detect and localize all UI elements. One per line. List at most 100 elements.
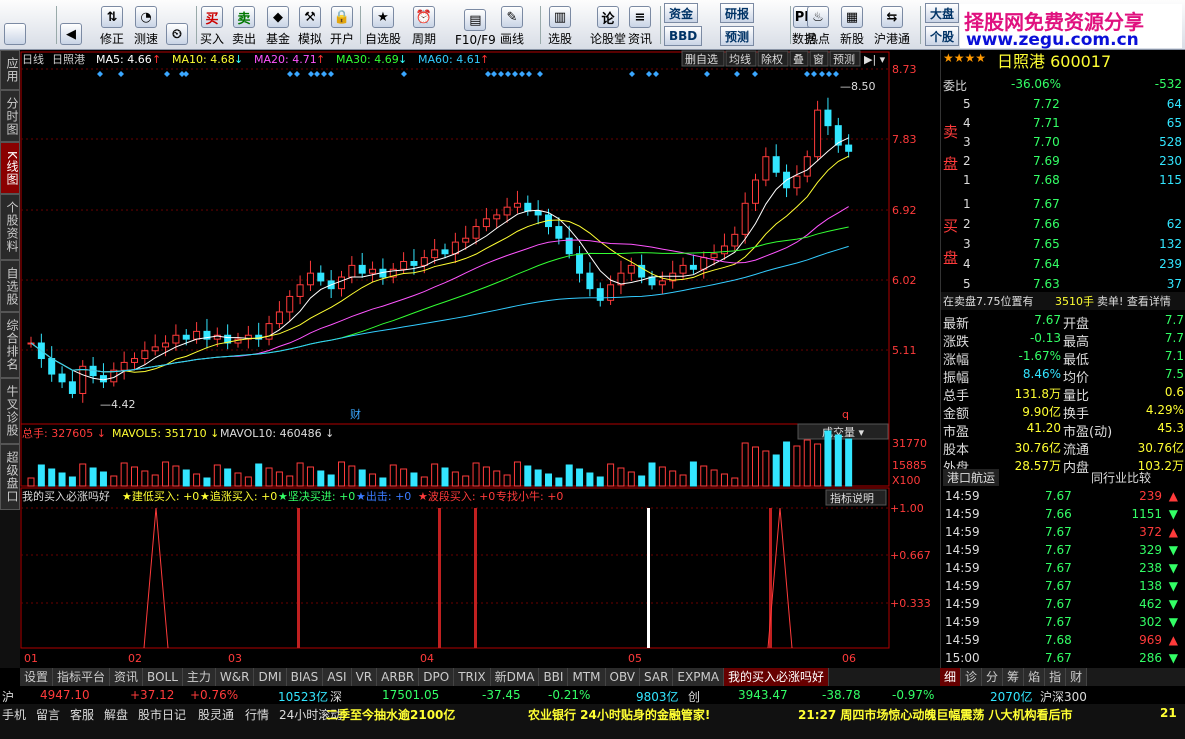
volume-bar — [420, 476, 428, 487]
volume-bar — [472, 462, 480, 487]
buy-icon: 买 — [201, 6, 223, 28]
notice-3[interactable]: 卖单! 查看详情 — [1097, 293, 1171, 309]
lock-button[interactable]: 🔒 开户 — [330, 3, 354, 47]
shhk-button[interactable]: ⇆ 沪港通 — [874, 3, 910, 47]
indicator-tab-9[interactable]: VR — [351, 668, 378, 686]
speed-button[interactable]: ◔ 测速 — [134, 3, 158, 47]
right-tab-0[interactable]: 细 — [940, 668, 962, 686]
indicator-tab-17[interactable]: SAR — [640, 668, 674, 686]
peer-compare-tab[interactable]: 同行业比较 — [1091, 469, 1151, 486]
news-3[interactable]: 21:27 周四市场惊心动魄巨幅震荡 八大机构看后市 — [798, 706, 1073, 723]
back-arrow-button[interactable]: ◀ — [60, 3, 82, 47]
volume-bar — [482, 466, 490, 487]
report-button[interactable]: 研报 — [720, 3, 755, 23]
indicator-tab-5[interactable]: W&R — [215, 668, 255, 686]
indicator-tab-4[interactable]: 主力 — [182, 668, 216, 686]
indicator-tab-1[interactable]: 指标平台 — [53, 668, 111, 686]
bid-price: 7.64 — [1033, 257, 1060, 271]
expand-icon[interactable]: ▶| ▾ — [864, 53, 886, 66]
indicator-tab-8[interactable]: ASI — [323, 668, 352, 686]
sidebar-tab-2[interactable]: K线图 — [0, 142, 20, 194]
logo-button[interactable] — [4, 3, 26, 47]
status-item-3[interactable]: 解盘 — [104, 706, 128, 723]
hammer-button[interactable]: ⚒ 模拟 — [298, 3, 322, 47]
newstock-icon: ▦ — [841, 6, 863, 28]
status-item-4[interactable]: 股市日记 — [138, 706, 186, 723]
indicator-tab-0[interactable]: 设置 — [20, 668, 54, 686]
news-4[interactable]: 21 — [1160, 706, 1177, 720]
right-tab-3[interactable]: 筹 — [1003, 668, 1025, 686]
indicator-tab-11[interactable]: DPO — [419, 668, 455, 686]
pick-button[interactable]: ▥ 选股 — [548, 3, 572, 47]
signal-bar — [474, 508, 477, 648]
indicator-tab-6[interactable]: DMI — [254, 668, 287, 686]
right-tab-4[interactable]: 焰 — [1024, 668, 1046, 686]
indicator-tab-19[interactable]: 我的买入必涨吗好 — [724, 668, 830, 686]
indicator-tab-15[interactable]: MTM — [568, 668, 606, 686]
ask-vol: 65 — [1166, 116, 1182, 130]
ticker-hs: 沪深300 — [1040, 690, 1087, 704]
tick-price: 7.66 — [1045, 507, 1072, 521]
ticker-szc: -37.45 — [482, 688, 521, 702]
sidebar-tab-3[interactable]: 个股资料 — [0, 194, 20, 260]
pen-button[interactable]: ✎ 画线 — [500, 3, 524, 47]
indicator-tab-18[interactable]: EXPMA — [673, 668, 725, 686]
indicator-tab-10[interactable]: ARBR — [377, 668, 420, 686]
fund-button[interactable]: ◆ 基金 — [266, 3, 290, 47]
forecast-button[interactable]: 预测 — [720, 26, 755, 46]
news-button[interactable]: ≡ 资讯 — [628, 3, 652, 47]
hot-button[interactable]: ♨ 热点 — [806, 3, 830, 47]
sell-button[interactable]: 卖卖出 — [232, 3, 256, 47]
money-button[interactable]: 资金 — [664, 3, 699, 23]
kline-chart[interactable]: 8.737.836.926.025.11日线 日照港 MA5: 4.66 ↑ MA10:… — [20, 50, 940, 668]
bid-level: 2 — [963, 217, 971, 231]
sidebar-tab-5[interactable]: 综合排名 — [0, 312, 20, 378]
indicator-tab-16[interactable]: OBV — [605, 668, 641, 686]
sidebar-tab-4[interactable]: 自选股 — [0, 260, 20, 312]
buy-button[interactable]: 买买入 — [200, 3, 224, 47]
star-button[interactable]: ★ 自选股 — [365, 3, 401, 47]
right-tab-6[interactable]: 财 — [1066, 668, 1088, 686]
toolbar-separator — [360, 6, 361, 44]
candle-body — [120, 361, 128, 371]
toolbar-separator — [540, 6, 541, 44]
index-button[interactable]: 大盘 — [925, 3, 960, 23]
industry-tab[interactable]: 港口航运 — [943, 469, 1000, 486]
sidebar-tab-0[interactable]: 应用 — [0, 50, 20, 90]
volume-bar — [752, 446, 759, 487]
right-tab-1[interactable]: 诊 — [961, 668, 983, 686]
sidebar-tab-1[interactable]: 分时图 — [0, 90, 20, 142]
status-item-5[interactable]: 股灵通 — [198, 706, 234, 723]
indicator-tab-7[interactable]: BIAS — [286, 668, 324, 686]
right-tab-5[interactable]: 指 — [1045, 668, 1067, 686]
clock-button[interactable]: ⏲ — [166, 3, 188, 47]
indicator-tab-12[interactable]: TRIX — [454, 668, 491, 686]
status-item-0[interactable]: 手机 — [2, 706, 26, 723]
status-item-6[interactable]: 行情 — [245, 706, 269, 723]
volume-bar — [451, 471, 459, 487]
indicator-tab-2[interactable]: 资讯 — [110, 668, 144, 686]
sidebar-tab-7[interactable]: 超级盘口 — [0, 444, 20, 510]
news-1[interactable]: 二季至今抽水逾2100亿 — [326, 706, 455, 723]
f10-button[interactable]: ▤ F10/F9 — [455, 3, 496, 47]
period-button[interactable]: ⏰ 周期 — [412, 3, 436, 47]
candle-body — [824, 109, 832, 127]
right-tab-2[interactable]: 分 — [982, 668, 1004, 686]
toolbar-separator — [56, 6, 57, 44]
forum-button[interactable]: 论论股堂 — [590, 3, 626, 47]
tick-time: 14:59 — [945, 489, 980, 503]
news-2[interactable]: 农业银行 24小时贴身的金融管家! — [528, 706, 710, 723]
status-item-2[interactable]: 客服 — [70, 706, 94, 723]
status-item-1[interactable]: 留言 — [36, 706, 60, 723]
bbd-button[interactable]: BBD — [664, 26, 703, 46]
up-down-button[interactable]: ⇅ 修正 — [100, 3, 124, 47]
sidebar-tab-6[interactable]: 牛叉诊股 — [0, 378, 20, 444]
candle-body — [182, 334, 190, 340]
ticker-sz: 深 — [330, 690, 343, 704]
indicator-tab-13[interactable]: 新DMA — [490, 668, 540, 686]
volume-bar — [845, 438, 853, 487]
indicator-tab-3[interactable]: BOLL — [143, 668, 183, 686]
stock-button[interactable]: 个股 — [925, 26, 960, 46]
newstock-button[interactable]: ▦ 新股 — [840, 3, 864, 47]
indicator-tab-14[interactable]: BBI — [539, 668, 569, 686]
